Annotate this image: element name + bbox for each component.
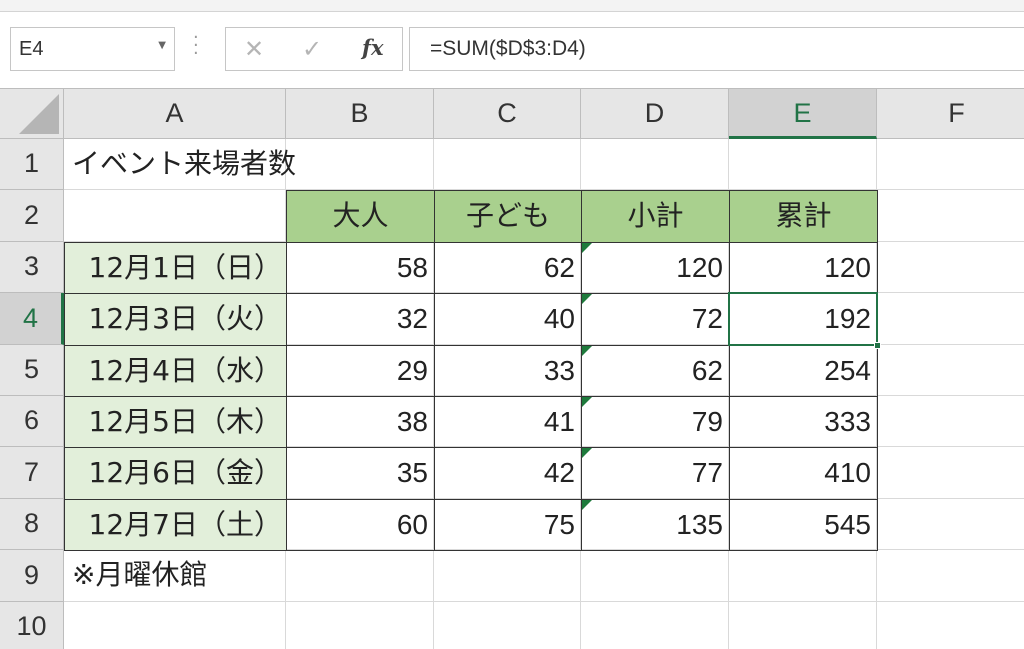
grid-cell[interactable] — [877, 550, 1024, 602]
grid-cell[interactable] — [877, 447, 1024, 499]
grid-cell[interactable] — [581, 139, 729, 190]
grid-cell[interactable] — [581, 550, 729, 602]
row-header-10[interactable]: 10 — [0, 602, 64, 649]
subtotal-cell[interactable]: 135 — [581, 499, 730, 551]
date-cell[interactable]: 12月6日（金） — [64, 447, 287, 500]
grid-cell[interactable] — [434, 550, 581, 602]
more-options-icon[interactable]: · · · — [193, 29, 199, 63]
grid-cell[interactable] — [877, 293, 1024, 345]
row-header-3[interactable]: 3 — [0, 242, 64, 293]
ribbon-strip — [0, 0, 1024, 12]
cumulative-cell[interactable]: 192 — [729, 293, 878, 346]
formula-bar-area: E4 ▼ · · · ✕ ✓ fx =SUM($D$3:D4) — [0, 12, 1024, 88]
header-cumulative[interactable]: 累計 — [729, 190, 878, 243]
grid-cell[interactable] — [581, 602, 729, 649]
grid-cell[interactable] — [434, 602, 581, 649]
grid-cell[interactable] — [877, 345, 1024, 396]
note-text[interactable]: ※月曜休館 — [64, 550, 364, 603]
date-cell[interactable]: 12月1日（日） — [64, 242, 287, 294]
name-box[interactable]: E4 ▼ — [10, 27, 175, 71]
adult-cell[interactable]: 38 — [286, 396, 435, 448]
grid-cell[interactable] — [877, 499, 1024, 550]
child-cell[interactable]: 42 — [434, 447, 582, 500]
error-indicator-icon — [582, 346, 592, 356]
date-cell[interactable]: 12月4日（水） — [64, 345, 287, 397]
grid-cell[interactable] — [729, 602, 877, 649]
grid-cell[interactable] — [729, 139, 877, 190]
child-cell[interactable]: 41 — [434, 396, 582, 448]
insert-function-button[interactable]: fx — [362, 35, 384, 60]
subtotal-cell[interactable]: 79 — [581, 396, 730, 448]
grid-cell[interactable] — [877, 190, 1024, 242]
caret-down-icon[interactable]: ▼ — [158, 40, 166, 51]
error-indicator-icon — [582, 448, 592, 458]
adult-cell[interactable]: 60 — [286, 499, 435, 551]
close-icon[interactable]: ✕ — [244, 35, 264, 63]
row-header-9[interactable]: 9 — [0, 550, 64, 602]
header-child[interactable]: 子ども — [434, 190, 582, 243]
select-all-icon — [19, 94, 59, 134]
error-indicator-icon — [582, 500, 592, 510]
adult-cell[interactable]: 58 — [286, 242, 435, 294]
column-header-d[interactable]: D — [581, 89, 729, 139]
row-header-6[interactable]: 6 — [0, 396, 64, 447]
sheet-title[interactable]: イベント来場者数 — [64, 139, 424, 191]
row-header-8[interactable]: 8 — [0, 499, 64, 550]
row-header-2[interactable]: 2 — [0, 190, 64, 242]
name-box-value: E4 — [19, 38, 44, 60]
subtotal-cell[interactable]: 77 — [581, 447, 730, 500]
column-header-b[interactable]: B — [286, 89, 434, 139]
child-cell[interactable]: 33 — [434, 345, 582, 397]
grid-cell[interactable] — [64, 602, 286, 649]
cumulative-cell[interactable]: 120 — [729, 242, 878, 294]
error-indicator-icon — [582, 294, 592, 304]
subtotal-cell[interactable]: 120 — [581, 242, 730, 294]
subtotal-cell[interactable]: 72 — [581, 293, 730, 346]
grid-cell[interactable] — [729, 550, 877, 602]
row-header-4[interactable]: 4 — [0, 293, 64, 345]
formula-text: =SUM($D$3:D4) — [430, 37, 586, 60]
formula-input[interactable]: =SUM($D$3:D4) — [409, 27, 1024, 71]
error-indicator-icon — [582, 243, 592, 253]
row-header-5[interactable]: 5 — [0, 345, 64, 396]
adult-cell[interactable]: 29 — [286, 345, 435, 397]
grid-cell[interactable] — [877, 396, 1024, 447]
cumulative-cell[interactable]: 545 — [729, 499, 878, 551]
grid-cell[interactable] — [64, 190, 286, 242]
formula-buttons: ✕ ✓ fx — [225, 27, 403, 71]
error-indicator-icon — [582, 397, 592, 407]
spreadsheet-grid: A B C D E F 1 2 3 4 5 6 7 8 9 10 イベント来場者数 大人 子ども 小計 累計 12月1日（… — [0, 88, 1024, 649]
column-header-f[interactable]: F — [877, 89, 1024, 139]
column-header-c[interactable]: C — [434, 89, 581, 139]
subtotal-cell[interactable]: 62 — [581, 345, 730, 397]
cumulative-cell[interactable]: 410 — [729, 447, 878, 500]
adult-cell[interactable]: 35 — [286, 447, 435, 500]
adult-cell[interactable]: 32 — [286, 293, 435, 346]
child-cell[interactable]: 62 — [434, 242, 582, 294]
grid-cell[interactable] — [286, 602, 434, 649]
check-icon[interactable]: ✓ — [302, 35, 322, 63]
cumulative-cell[interactable]: 333 — [729, 396, 878, 448]
header-adult[interactable]: 大人 — [286, 190, 435, 243]
grid-cell[interactable] — [877, 139, 1024, 190]
date-cell[interactable]: 12月7日（土） — [64, 499, 287, 551]
row-header-7[interactable]: 7 — [0, 447, 64, 499]
grid-cell[interactable] — [877, 602, 1024, 649]
cumulative-cell[interactable]: 254 — [729, 345, 878, 397]
row-header-1[interactable]: 1 — [0, 139, 64, 190]
date-cell[interactable]: 12月3日（火） — [64, 293, 287, 346]
column-header-a[interactable]: A — [64, 89, 286, 139]
child-cell[interactable]: 75 — [434, 499, 582, 551]
child-cell[interactable]: 40 — [434, 293, 582, 346]
column-header-e[interactable]: E — [729, 89, 877, 139]
header-subtotal[interactable]: 小計 — [581, 190, 730, 243]
date-cell[interactable]: 12月5日（木） — [64, 396, 287, 448]
grid-cell[interactable] — [434, 139, 581, 190]
select-all-button[interactable] — [0, 89, 64, 139]
grid-cell[interactable] — [877, 242, 1024, 293]
